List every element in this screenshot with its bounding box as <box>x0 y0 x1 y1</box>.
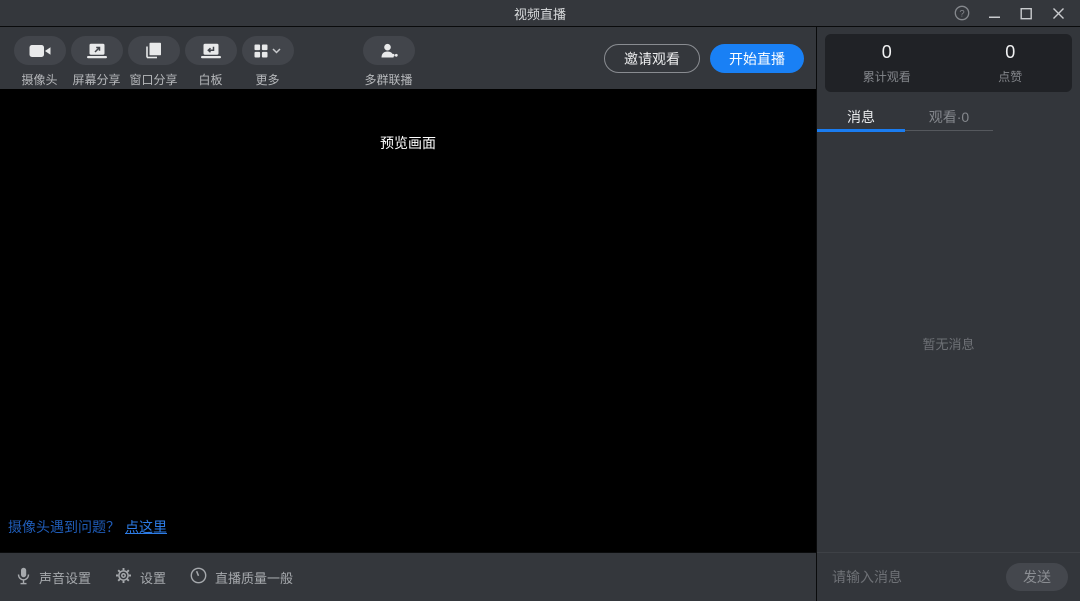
message-input[interactable] <box>832 569 998 585</box>
camera-icon <box>13 36 66 65</box>
likes-label: 点赞 <box>998 69 1023 84</box>
camera-help-link[interactable]: 点这里 <box>125 519 167 535</box>
maximize-icon[interactable] <box>1014 3 1038 23</box>
svg-text:?: ? <box>959 8 964 19</box>
tool-more[interactable]: 更多 <box>239 36 296 88</box>
chat-panel: 0 累计观看 0 点赞 消息 观看·0 暂无消息 发送 <box>817 27 1080 601</box>
window-title: 视频直播 <box>513 6 566 22</box>
main-area: 摄像头 屏幕分享 窗口分享 白板 更多 多群联播 邀请观看 开始直播 预览画面 … <box>0 27 1080 601</box>
preview-placeholder-text: 预览画面 <box>380 135 436 151</box>
statusbar: 声音设置 设置 直播质量一般 <box>0 552 816 601</box>
empty-message-text: 暂无消息 <box>922 337 975 352</box>
tool-multi-group[interactable]: 多群联播 <box>360 36 417 88</box>
whiteboard-icon <box>184 36 237 65</box>
help-icon[interactable]: ? <box>950 3 974 23</box>
multi-group-icon <box>362 36 415 65</box>
tool-more-label: 更多 <box>255 73 280 87</box>
total-views-stat: 0 累计观看 <box>825 42 949 85</box>
tool-window-share[interactable]: 窗口分享 <box>125 36 182 88</box>
screen-share-icon <box>70 36 123 65</box>
likes-value: 0 <box>1005 41 1016 62</box>
tool-camera-label: 摄像头 <box>21 73 58 87</box>
tool-screen-share[interactable]: 屏幕分享 <box>68 36 125 88</box>
chevron-down-icon <box>272 47 281 54</box>
sound-settings-button[interactable]: 声音设置 <box>16 567 91 588</box>
video-preview: 预览画面 摄像头遇到问题？ 点这里 <box>0 89 816 552</box>
sound-settings-label: 声音设置 <box>39 570 92 586</box>
tool-window-share-label: 窗口分享 <box>129 73 178 87</box>
invite-viewers-button[interactable]: 邀请观看 <box>604 44 700 73</box>
tab-viewers[interactable]: 观看·0 <box>905 99 993 135</box>
quality-gauge-icon <box>190 567 207 587</box>
window-controls: ? <box>950 3 1080 23</box>
tool-multi-group-label: 多群联播 <box>364 73 413 87</box>
message-list: 暂无消息 <box>817 135 1080 552</box>
live-stream-window: 视频直播 ? 摄像头 屏幕分享 窗口分享 白板 更多 多群联播 邀请观看 开始直… <box>0 0 1080 601</box>
camera-help-question: 摄像头遇到问题？ <box>8 519 120 535</box>
chat-tabs: 消息 观看·0 <box>817 99 1080 135</box>
toolbar-actions: 邀请观看 开始直播 <box>604 44 804 73</box>
gear-icon <box>115 567 132 587</box>
window-share-icon <box>127 36 180 65</box>
total-views-label: 累计观看 <box>862 69 911 84</box>
message-input-bar: 发送 <box>817 552 1080 601</box>
start-live-button[interactable]: 开始直播 <box>710 44 804 73</box>
camera-help: 摄像头遇到问题？ 点这里 <box>8 517 167 537</box>
total-views-value: 0 <box>881 41 892 62</box>
tool-whiteboard[interactable]: 白板 <box>182 36 239 88</box>
toolbar: 摄像头 屏幕分享 窗口分享 白板 更多 多群联播 邀请观看 开始直播 <box>0 27 816 89</box>
titlebar: 视频直播 ? <box>0 0 1080 27</box>
send-button[interactable]: 发送 <box>1006 563 1068 591</box>
minimize-icon[interactable] <box>982 3 1006 23</box>
settings-button[interactable]: 设置 <box>115 567 166 587</box>
settings-label: 设置 <box>140 570 167 586</box>
likes-stat: 0 点赞 <box>949 42 1073 85</box>
tool-whiteboard-label: 白板 <box>198 73 223 87</box>
microphone-icon <box>16 567 31 588</box>
tab-messages[interactable]: 消息 <box>817 99 905 135</box>
stream-quality-indicator[interactable]: 直播质量一般 <box>190 567 293 587</box>
stats-card: 0 累计观看 0 点赞 <box>825 34 1072 92</box>
tool-screen-share-label: 屏幕分享 <box>72 73 121 87</box>
more-grid-icon <box>241 36 294 65</box>
stream-quality-label: 直播质量一般 <box>215 570 294 586</box>
close-icon[interactable] <box>1046 3 1070 23</box>
tool-camera[interactable]: 摄像头 <box>11 36 68 88</box>
left-column: 摄像头 屏幕分享 窗口分享 白板 更多 多群联播 邀请观看 开始直播 预览画面 … <box>0 27 817 601</box>
